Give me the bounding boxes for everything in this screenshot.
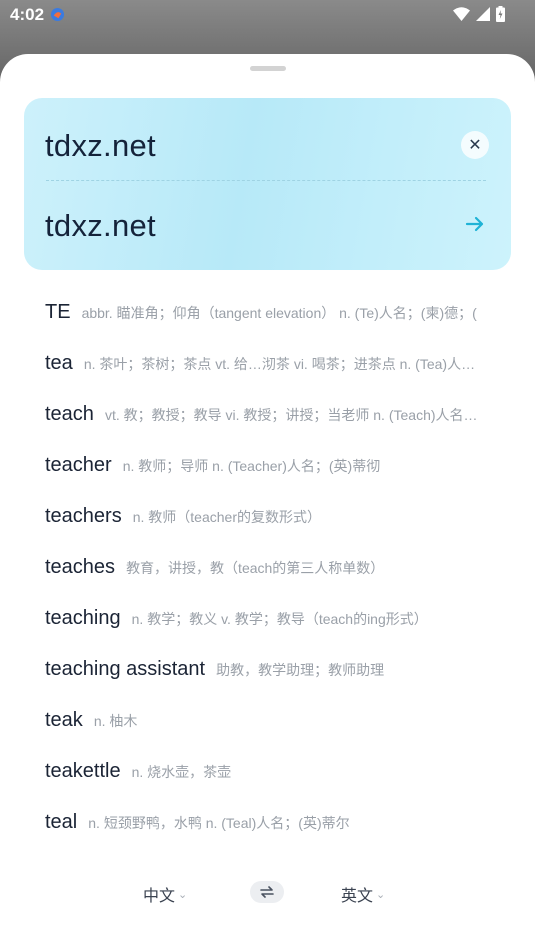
suggestion-item[interactable]: teakettle n. 烧水壶，茶壶	[45, 746, 505, 797]
battery-icon	[496, 6, 505, 22]
suggestion-definition: vt. 教；教授；教导 vi. 教授；讲授；当老师 n. (Teach)人名…	[104, 406, 478, 423]
suggestion-word: teaching	[45, 607, 121, 629]
suggestion-item[interactable]: teaching assistant 助教，教学助理；教师助理	[45, 644, 505, 695]
close-icon: ✕	[468, 137, 482, 154]
signal-icon	[476, 7, 490, 21]
suggestion-item[interactable]: teaching n. 教学；教义 v. 教学；教导（teach的ing形式）	[45, 593, 505, 644]
suggestion-word: tea	[45, 352, 73, 374]
suggestion-word: TE	[45, 301, 71, 323]
status-bar: 4:02	[0, 0, 535, 30]
suggestion-definition: abbr. 瞄准角；仰角（tangent elevation） n. (Te)人…	[81, 304, 477, 321]
suggestion-word: teaching assistant	[45, 658, 206, 680]
arrow-right-icon[interactable]	[463, 212, 487, 236]
suggestion-word: teak	[45, 709, 83, 731]
suggestion-item[interactable]: teachers n. 教师（teacher的复数形式）	[45, 491, 505, 542]
suggestion-item[interactable]: tea n. 茶叶；茶树；茶点 vt. 给…沏茶 vi. 喝茶；进茶点 n. (…	[45, 338, 505, 389]
suggestion-definition: 助教，教学助理；教师助理	[216, 661, 385, 678]
source-input[interactable]: tdxz.net	[45, 128, 156, 164]
target-language-label: 英文	[341, 888, 374, 905]
suggestion-definition: n. 柚木	[93, 712, 138, 729]
suggestion-definition: n. 茶叶；茶树；茶点 vt. 给…沏茶 vi. 喝茶；进茶点 n. (Tea)…	[83, 355, 476, 372]
card-divider	[46, 180, 486, 181]
translation-result: tdxz.net	[45, 208, 156, 243]
suggestion-item[interactable]: TE abbr. 瞄准角；仰角（tangent elevation） n. (T…	[45, 287, 505, 338]
suggestion-definition: n. 教师；导师 n. (Teacher)人名；(英)蒂彻	[122, 457, 381, 474]
suggestion-word: teal	[45, 811, 78, 833]
swap-icon	[260, 886, 274, 898]
app-notification-icon	[50, 7, 65, 22]
suggestion-item[interactable]: teal n. 短颈野鸭，水鸭 n. (Teal)人名；(英)蒂尔	[45, 797, 505, 848]
source-language-selector[interactable]: 中文 ⌄	[143, 882, 187, 906]
suggestion-definition: n. 教师（teacher的复数形式）	[132, 508, 321, 525]
suggestion-definition: n. 教学；教义 v. 教学；教导（teach的ing形式）	[131, 610, 428, 627]
suggestion-item[interactable]: teach vt. 教；教授；教导 vi. 教授；讲授；当老师 n. (Teac…	[45, 389, 505, 440]
suggestion-definition: n. 短颈野鸭，水鸭 n. (Teal)人名；(英)蒂尔	[88, 814, 350, 831]
chevron-down-icon: ⌄	[178, 888, 188, 901]
swap-languages-button[interactable]	[250, 881, 284, 903]
suggestion-item[interactable]: teaches 教育，讲授，教（teach的第三人称单数）	[45, 542, 505, 593]
target-language-selector[interactable]: 英文 ⌄	[341, 882, 385, 906]
status-time: 4:02	[10, 5, 45, 24]
suggestion-word: teachers	[45, 505, 122, 527]
suggestion-item[interactable]: teak n. 柚木	[45, 695, 505, 746]
language-bar: 中文 ⌄ 英文 ⌄	[0, 874, 535, 914]
suggestion-definition: n. 烧水壶，茶壶	[131, 763, 232, 780]
suggestion-definition: 教育，讲授，教（teach的第三人称单数）	[126, 559, 385, 576]
source-language-label: 中文	[143, 888, 176, 905]
suggestion-word: teach	[45, 403, 94, 425]
suggestion-item[interactable]: teacher n. 教师；导师 n. (Teacher)人名；(英)蒂彻	[45, 440, 505, 491]
clear-button[interactable]: ✕	[461, 131, 489, 159]
chevron-down-icon: ⌄	[376, 888, 386, 901]
translate-sheet: tdxz.net ✕ tdxz.net TE abbr. 瞄准角；仰角（tang…	[0, 54, 535, 951]
suggestion-word: teacher	[45, 454, 112, 476]
suggestion-word: teakettle	[45, 760, 121, 782]
suggestion-word: teaches	[45, 556, 116, 578]
translation-card: tdxz.net ✕ tdxz.net	[24, 98, 511, 270]
wifi-icon	[453, 7, 470, 21]
drag-handle[interactable]	[250, 66, 286, 71]
status-indicators	[453, 6, 505, 22]
